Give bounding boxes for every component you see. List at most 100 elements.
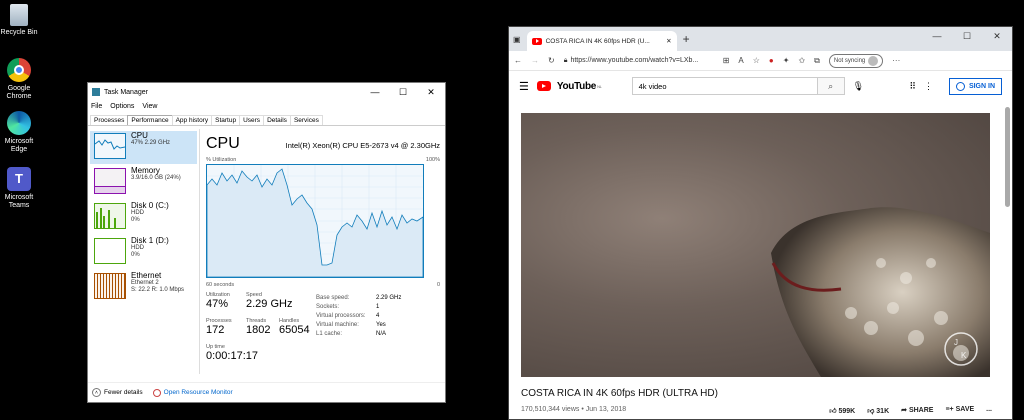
- stat-threads: Threads 1802: [246, 318, 270, 336]
- sidebar-item-disk-0[interactable]: Disk 0 (C:) HDD 0%: [90, 201, 197, 234]
- tab-actions-icon[interactable]: ▣: [513, 35, 521, 44]
- maximize-button[interactable]: ☐: [389, 87, 417, 98]
- desktop-icon-edge[interactable]: Microsoft Edge: [0, 111, 38, 154]
- detail-key: L1 cache:: [316, 331, 343, 337]
- lock-icon: 🔒︎: [563, 56, 568, 64]
- account-icon: [955, 81, 965, 91]
- detail-key: Virtual machine:: [316, 322, 359, 328]
- more-options-icon[interactable]: ⋮: [924, 81, 933, 92]
- youtube-logo[interactable]: YouTube NL: [536, 80, 602, 92]
- sidebar-item-sub2: 0%: [131, 252, 140, 258]
- voice-search-icon[interactable]: 🎙︎: [853, 81, 864, 92]
- detail-value: 4: [376, 313, 380, 319]
- browser-close-button[interactable]: ✕: [982, 27, 1012, 45]
- youtube-header: ☰ YouTube NL 4k video ⌕ 🎙︎ ⠿ ⋮ SIGN IN: [509, 71, 1012, 101]
- open-resource-monitor-link[interactable]: Open Resource Monitor: [152, 388, 233, 397]
- read-aloud-icon[interactable]: A: [738, 56, 743, 65]
- hamburger-menu-icon[interactable]: ☰: [519, 80, 529, 93]
- extension-icon[interactable]: ●: [769, 56, 774, 65]
- puzzle-icon[interactable]: ✦: [783, 56, 790, 65]
- sidebar-item-ethernet[interactable]: Ethernet Ethernet 2 S: 22.2 R: 1.0 Mbps: [90, 271, 197, 304]
- app-available-icon[interactable]: ⊞: [723, 56, 730, 65]
- new-tab-button[interactable]: +: [683, 32, 690, 46]
- fewer-details-button[interactable]: ˄ Fewer details: [92, 388, 143, 397]
- minimize-button[interactable]: —: [361, 87, 389, 98]
- stat-value: 1802: [246, 324, 271, 336]
- title-bar[interactable]: Task Manager — ☐ ✕: [88, 83, 445, 101]
- youtube-logo-text: YouTube: [556, 80, 597, 92]
- tab-performance[interactable]: Performance: [127, 115, 173, 125]
- stat-uptime: Up time 0:00:17:17: [206, 344, 258, 362]
- cpu-heading: CPU: [206, 135, 240, 152]
- detail-row: L1 cache: N/A: [316, 330, 426, 339]
- favorites-icon[interactable]: ✩: [798, 56, 805, 65]
- like-button[interactable]: 👍︎ 599K: [829, 406, 855, 415]
- browser-toolbar: ← → ↻ 🔒︎ https://www.youtube.com/watch?v…: [509, 51, 1012, 71]
- desktop-icon-teams[interactable]: T Microsoft Teams: [0, 167, 38, 210]
- ethernet-thumbnail-graph: [94, 273, 126, 299]
- thumbs-down-icon: 👎︎: [867, 408, 875, 415]
- video-actions: 👍︎ 599K 👎︎ 31K ➦ SHARE ≡+ SAVE ...: [829, 406, 992, 415]
- graph-max-label: 100%: [425, 157, 440, 163]
- tab-startup[interactable]: Startup: [211, 115, 241, 125]
- sidebar-item-name: Memory: [131, 166, 160, 175]
- address-bar[interactable]: 🔒︎ https://www.youtube.com/watch?v=LXb..…: [564, 54, 714, 68]
- sidebar-item-memory[interactable]: Memory 3.9/16.0 GB (24%): [90, 166, 197, 199]
- settings-more-icon[interactable]: ···: [892, 56, 900, 65]
- close-button[interactable]: ✕: [417, 87, 445, 98]
- sidebar-item-sub2: S: 22.2 R: 1.0 Mbps: [131, 287, 185, 293]
- refresh-button[interactable]: ↻: [548, 56, 555, 65]
- dislike-count: 31K: [876, 408, 890, 415]
- detail-row: Base speed: 2.29 GHz: [316, 294, 426, 303]
- tab-services[interactable]: Services: [289, 115, 323, 125]
- browser-minimize-button[interactable]: —: [922, 27, 952, 45]
- thumbs-up-icon: 👍︎: [829, 408, 837, 415]
- browser-maximize-button[interactable]: ☐: [952, 27, 982, 45]
- cpu-thumbnail-graph: [94, 133, 126, 159]
- tab-processes[interactable]: Processes: [90, 115, 129, 125]
- video-player[interactable]: J K: [521, 113, 990, 377]
- url-text: https://www.youtube.com/watch?v=LXb...: [570, 57, 699, 64]
- desktop: Recycle Bin Google Chrome Microsoft Edge…: [0, 0, 1024, 420]
- chevron-up-icon: ˄: [92, 388, 101, 397]
- profile-sync-button[interactable]: Not syncing: [828, 53, 884, 68]
- dislike-button[interactable]: 👎︎ 31K: [867, 406, 889, 415]
- sidebar-item-disk-1[interactable]: Disk 1 (D:) HDD 0%: [90, 236, 197, 269]
- menu-options[interactable]: Options: [110, 103, 134, 110]
- cpu-stats: Utilization 47% Speed 2.29 GHz Processes…: [206, 290, 440, 380]
- save-button[interactable]: ≡+ SAVE: [945, 406, 974, 415]
- desktop-icon-recycle-bin[interactable]: Recycle Bin: [0, 4, 38, 37]
- browser-tab-active[interactable]: COSTA RICA IN 4K 60fps HDR (U... ✕: [526, 31, 677, 51]
- sidebar-item-cpu[interactable]: CPU 47% 2.29 GHz: [90, 131, 197, 164]
- tab-details[interactable]: Details: [263, 115, 291, 125]
- share-button[interactable]: ➦ SHARE: [901, 406, 933, 415]
- tab-users[interactable]: Users: [239, 115, 265, 125]
- apps-grid-icon[interactable]: ⠿: [909, 81, 916, 92]
- sign-in-button[interactable]: SIGN IN: [948, 77, 1002, 95]
- tab-app-history[interactable]: App history: [171, 115, 213, 125]
- close-tab-icon[interactable]: ✕: [666, 37, 671, 45]
- cpu-model: Intel(R) Xeon(R) CPU E5-2673 v4 @ 2.30GH…: [285, 141, 440, 150]
- browser-tab-strip: ▣ COSTA RICA IN 4K 60fps HDR (U... ✕ + —…: [509, 27, 1012, 51]
- svg-text:K: K: [961, 351, 967, 360]
- detail-value: Yes: [376, 322, 386, 328]
- sign-in-label: SIGN IN: [968, 82, 995, 90]
- teams-icon: T: [7, 167, 31, 191]
- menu-file[interactable]: File: [91, 103, 102, 110]
- tab-bar: Processes Performance App history Startu…: [88, 112, 445, 126]
- sidebar-item-sub: 3.9/16.0 GB (24%): [131, 175, 181, 181]
- collections-icon[interactable]: ⧉: [814, 56, 820, 66]
- desktop-icon-label: Microsoft Edge: [4, 138, 34, 153]
- back-button[interactable]: ←: [514, 56, 522, 65]
- favorite-star-icon[interactable]: ☆: [753, 56, 760, 65]
- search-input[interactable]: 4k video: [633, 78, 817, 94]
- forward-button[interactable]: →: [531, 56, 539, 65]
- sidebar-item-sub: HDD: [131, 210, 144, 216]
- browser-tab-title: COSTA RICA IN 4K 60fps HDR (U...: [545, 37, 650, 45]
- menu-view[interactable]: View: [142, 103, 157, 110]
- search-button[interactable]: ⌕: [816, 78, 844, 94]
- page-scrollbar[interactable]: [1005, 107, 1010, 207]
- desktop-icon-chrome[interactable]: Google Chrome: [0, 58, 38, 101]
- more-actions-button[interactable]: ...: [986, 406, 992, 415]
- detail-key: Sockets:: [316, 304, 340, 310]
